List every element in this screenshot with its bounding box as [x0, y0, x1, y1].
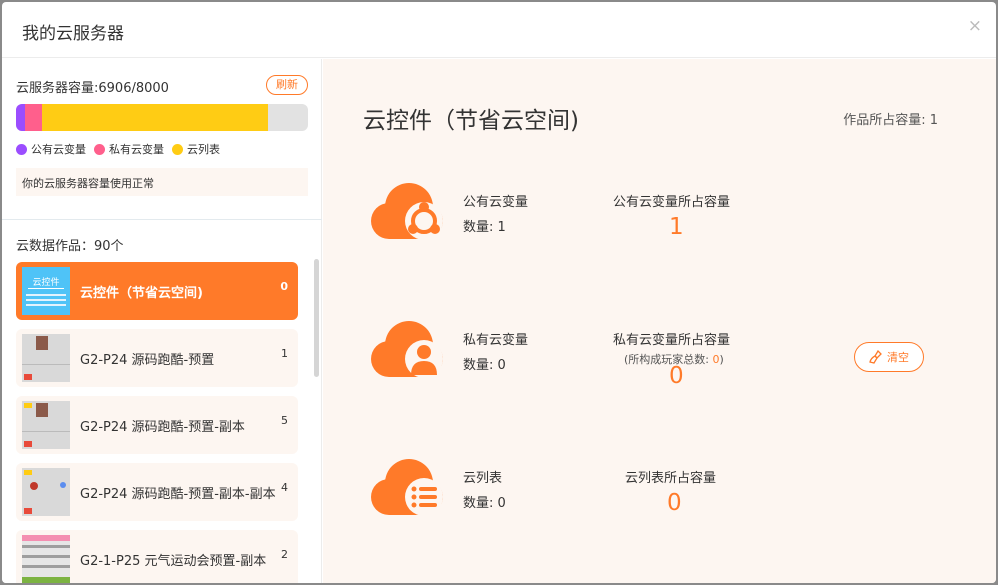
work-item[interactable]: G2-P24 源码跑酷-预置-副本-副本 4: [16, 463, 298, 521]
work-count: 4: [281, 481, 288, 494]
main-panel: 云控件（节省云空间) 作品所占容量: 1 公有云变量 数量: 1 公有云变量所占…: [323, 59, 996, 583]
work-list: 云控件 云控件（节省云空间) 0 G2-P24 源码跑酷-预置 1 G2-P24…: [16, 262, 298, 583]
work-thumbnail: [22, 535, 70, 583]
row-name: 公有云变量: [463, 195, 529, 210]
work-item[interactable]: 云控件 云控件（节省云空间) 0: [16, 262, 298, 320]
row-quantity: 数量: 1: [463, 220, 506, 235]
row-capacity-value: 1: [669, 214, 684, 240]
dialog-title: 我的云服务器: [22, 24, 124, 44]
work-name: 云控件（节省云空间): [80, 286, 203, 301]
work-item[interactable]: G2-1-P25 元气运动会预置-副本 2: [16, 530, 298, 583]
row-name: 云列表: [463, 471, 503, 486]
row-capacity-label: 公有云变量所占容量: [613, 195, 731, 210]
work-item[interactable]: G2-P24 源码跑酷-预置 1: [16, 329, 298, 387]
work-count: 5: [281, 414, 288, 427]
work-thumbnail: [22, 401, 70, 449]
work-name: G2-P24 源码跑酷-预置-副本: [80, 420, 245, 435]
player-total-suffix: ): [719, 353, 724, 366]
sidebar: 云服务器容量:6906/8000 刷新 公有云变量 私有云变量 云列表 你的云服…: [2, 59, 322, 583]
legend-item-list: 云列表: [172, 141, 220, 157]
work-count: 1: [281, 347, 288, 360]
row-capacity-label: 云列表所占容量: [625, 471, 717, 486]
work-count: 0: [280, 280, 288, 293]
legend-dot: [94, 143, 105, 155]
capacity-label: 云服务器容量:6906/8000: [16, 81, 169, 96]
work-thumbnail: 云控件: [22, 267, 70, 315]
row-capacity-value: 0: [669, 363, 684, 389]
clear-button-label: 清空: [887, 351, 909, 364]
capacity-segment-private: [25, 104, 42, 131]
works-label: 云数据作品：90个: [16, 239, 124, 254]
private-variable-row: 私有云变量 数量: 0 私有云变量所占容量 (所构成玩家总数: 0) 0 清空: [369, 319, 969, 399]
work-name: G2-P24 源码跑酷-预置: [80, 353, 215, 368]
legend-label: 公有云变量: [31, 143, 86, 156]
refresh-button[interactable]: 刷新: [266, 75, 308, 95]
legend-item-public: 公有云变量: [16, 141, 86, 157]
cloud-user-icon: [371, 321, 443, 378]
public-variable-row: 公有云变量 数量: 1 公有云变量所占容量 1: [369, 181, 969, 261]
cloud-network-icon: [371, 183, 443, 240]
capacity-segment-public: [16, 104, 26, 131]
page-title: 云控件（节省云空间): [363, 108, 579, 134]
status-message: 你的云服务器容量使用正常: [16, 168, 308, 196]
row-capacity-label: 私有云变量所占容量: [613, 333, 731, 348]
legend-dot: [172, 143, 183, 155]
work-thumbnail: [22, 468, 70, 516]
cloud-server-dialog: 我的云服务器 × 云服务器容量:6906/8000 刷新 公有云变量 私有云变量…: [2, 2, 996, 583]
legend-dot: [16, 143, 27, 155]
work-thumbnail: [22, 334, 70, 382]
capacity-segment-list: [41, 104, 268, 131]
cloud-list-icon: [371, 459, 443, 516]
work-count: 2: [281, 548, 288, 561]
work-item[interactable]: G2-P24 源码跑酷-预置-副本 5: [16, 396, 298, 454]
cloud-list-row: 云列表 数量: 0 云列表所占容量 0: [369, 457, 969, 537]
work-name: G2-P24 源码跑酷-预置-副本-副本: [80, 487, 276, 502]
row-quantity: 数量: 0: [463, 358, 506, 373]
thumbnail-caption: 云控件: [28, 275, 64, 289]
work-name: G2-1-P25 元气运动会预置-副本: [80, 554, 267, 569]
row-capacity-value: 0: [667, 490, 682, 516]
capacity-bar: [16, 104, 308, 131]
close-icon[interactable]: ×: [968, 16, 982, 36]
legend-label: 私有云变量: [109, 143, 164, 156]
legend-item-private: 私有云变量: [94, 141, 164, 157]
row-quantity: 数量: 0: [463, 496, 506, 511]
broom-icon: [869, 350, 882, 364]
player-total-value: 0: [712, 353, 720, 366]
capacity-legend: 公有云变量 私有云变量 云列表: [16, 141, 220, 157]
row-name: 私有云变量: [463, 333, 529, 348]
legend-label: 云列表: [187, 143, 220, 156]
occupy-label: 作品所占容量: 1: [843, 113, 938, 128]
clear-button[interactable]: 清空: [854, 342, 924, 372]
dialog-header: 我的云服务器 ×: [2, 2, 996, 58]
scrollbar[interactable]: [314, 259, 319, 377]
divider: [2, 219, 322, 220]
